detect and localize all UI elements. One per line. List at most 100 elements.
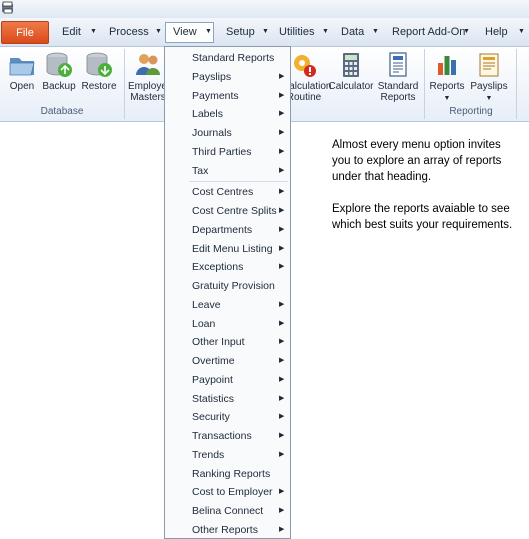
- menu-item-label: Standard Reports: [192, 52, 275, 64]
- calculator-button[interactable]: Calculator: [328, 51, 374, 92]
- chevron-down-icon[interactable]: ▼: [322, 23, 329, 41]
- menu-item-third-parties[interactable]: Third Parties ▶: [165, 143, 290, 161]
- ribbon-separator: [124, 49, 125, 119]
- chevron-down-icon[interactable]: ▼: [262, 23, 269, 41]
- open-label: Open: [9, 81, 35, 92]
- routine-label: Routine: [286, 92, 322, 103]
- menu-item-loan[interactable]: Loan ▶: [165, 315, 290, 333]
- backup-label: Backup: [42, 81, 76, 92]
- menu-view[interactable]: View: [173, 23, 197, 41]
- menu-item-label: Loan: [192, 317, 216, 330]
- gear-warning-icon: [294, 55, 316, 77]
- reports-dropdown-button[interactable]: Reports ▼: [428, 51, 466, 104]
- menu-item-label: Statistics: [192, 392, 235, 405]
- open-button[interactable]: Open: [6, 51, 38, 92]
- payslips-dropdown-button[interactable]: Payslips ▼: [468, 51, 510, 104]
- menu-item-other-input[interactable]: Other Input ▶: [165, 333, 290, 351]
- chevron-down-icon[interactable]: ▼: [518, 23, 525, 41]
- menu-item-other-reports[interactable]: Other Reports ▶: [165, 521, 290, 539]
- restore-label: Restore: [81, 81, 117, 92]
- chevron-down-icon[interactable]: ▼: [90, 23, 97, 41]
- menu-item-cost-centres[interactable]: Cost Centres ▶: [165, 183, 290, 201]
- menu-item-payslips[interactable]: Payslips ▶: [165, 68, 290, 86]
- chevron-down-icon[interactable]: ▼: [155, 23, 162, 41]
- submenu-arrow-icon: ▶: [279, 225, 285, 233]
- menu-item-edit-menu-listing[interactable]: Edit Menu Listing ▶: [165, 240, 290, 258]
- menu-item-label: Belina Connect: [192, 505, 264, 517]
- menu-item-label: Labels: [192, 108, 223, 121]
- menu-item-exceptions[interactable]: Exceptions ▶: [165, 258, 290, 276]
- menu-item-paypoint[interactable]: Paypoint ▶: [165, 371, 290, 389]
- menu-item-transactions[interactable]: Transactions ▶: [165, 427, 290, 445]
- menu-data[interactable]: Data: [341, 23, 364, 41]
- menu-help[interactable]: Help: [485, 23, 508, 41]
- menu-item-trends[interactable]: Trends ▶: [165, 446, 290, 464]
- menu-item-label: Security: [192, 411, 230, 424]
- chevron-down-icon: ▼: [443, 95, 451, 102]
- menu-item-label: Payments: [192, 89, 239, 102]
- menu-utilities[interactable]: Utilities: [279, 23, 314, 41]
- menu-item-label: Cost Centres: [192, 186, 254, 199]
- menu-item-label: Other Reports: [192, 523, 258, 536]
- submenu-arrow-icon: ▶: [279, 450, 285, 458]
- database-restore-icon: [86, 52, 112, 77]
- submenu-arrow-icon: ▶: [279, 375, 285, 383]
- people-icon: [136, 54, 160, 75]
- menu-item-overtime[interactable]: Overtime ▶: [165, 352, 290, 370]
- menu-item-departments[interactable]: Departments ▶: [165, 221, 290, 239]
- file-button[interactable]: File: [1, 21, 49, 44]
- database-group-label: Database: [40, 106, 84, 117]
- menu-item-tax[interactable]: Tax ▶: [165, 162, 290, 180]
- menu-item-labels[interactable]: Labels ▶: [165, 105, 290, 123]
- chevron-down-icon[interactable]: ▼: [372, 23, 379, 41]
- submenu-arrow-icon: ▶: [279, 488, 285, 496]
- chevron-down-icon: ▼: [485, 95, 493, 102]
- menu-report-addon[interactable]: Report Add-On: [392, 23, 465, 41]
- menu-item-statistics[interactable]: Statistics ▶: [165, 390, 290, 408]
- menu-item-cost-to-employer[interactable]: Cost to Employer ▶: [165, 483, 290, 501]
- menu-setup[interactable]: Setup: [226, 23, 255, 41]
- menu-item-journals[interactable]: Journals ▶: [165, 124, 290, 142]
- backup-button[interactable]: Backup: [40, 51, 78, 92]
- submenu-arrow-icon: ▶: [279, 129, 285, 136]
- report-document-icon: [389, 52, 407, 77]
- restore-button[interactable]: Restore: [80, 51, 118, 92]
- menu-item-belina-connect[interactable]: Belina Connect ▶: [165, 502, 290, 520]
- folder-open-icon: [9, 58, 35, 76]
- menu-item-label: Other Input: [192, 336, 245, 349]
- payslips-label: Payslips: [470, 81, 508, 92]
- submenu-arrow-icon: ▶: [279, 319, 285, 327]
- menu-item-standard-reports[interactable]: Standard Reports: [165, 49, 290, 67]
- menu-item-payments[interactable]: Payments ▶: [165, 87, 290, 105]
- info-panel: Almost every menu option invites you to …: [332, 137, 522, 249]
- submenu-arrow-icon: ▶: [279, 338, 285, 346]
- employee-masters-button[interactable]: Employee Masters: [128, 51, 172, 103]
- menu-item-gratuity-provision[interactable]: Gratuity Provision: [165, 277, 290, 295]
- submenu-arrow-icon: ▶: [279, 188, 285, 196]
- submenu-arrow-icon: ▶: [279, 507, 285, 514]
- info-paragraph-2: Explore the reports avaiable to see whic…: [332, 203, 513, 231]
- chevron-down-icon[interactable]: ▼: [205, 23, 212, 41]
- menu-item-leave[interactable]: Leave ▶: [165, 296, 290, 314]
- menu-item-cost-centre-splits[interactable]: Cost Centre Splits ▶: [165, 202, 290, 220]
- menu-item-label: Third Parties: [192, 145, 252, 158]
- menu-item-ranking-reports[interactable]: Ranking Reports: [165, 465, 290, 483]
- submenu-arrow-icon: ▶: [279, 244, 285, 252]
- menu-item-label: Cost Centre Splits: [192, 205, 277, 217]
- menu-item-label: Ranking Reports: [192, 467, 271, 480]
- menu-item-label: Payslips: [192, 70, 232, 83]
- app-icon[interactable]: [1, 1, 15, 15]
- menu-edit[interactable]: Edit: [62, 23, 81, 41]
- standard-reports-button[interactable]: Standard Reports: [376, 51, 420, 103]
- menu-item-label: Trends: [192, 448, 225, 461]
- calculator-icon: [343, 53, 359, 77]
- menu-item-security[interactable]: Security ▶: [165, 408, 290, 426]
- menu-process[interactable]: Process: [109, 23, 149, 41]
- submenu-arrow-icon: ▶: [279, 207, 285, 214]
- menu-item-label: Leave: [192, 298, 221, 311]
- chevron-down-icon[interactable]: ▼: [463, 23, 470, 41]
- submenu-arrow-icon: ▶: [279, 525, 285, 533]
- menu-bar: File Edit ▼ Process ▼ View ▼ Setup ▼ Uti…: [0, 18, 529, 47]
- database-backup-icon: [46, 52, 72, 77]
- reporting-group-label: Reporting: [449, 106, 493, 117]
